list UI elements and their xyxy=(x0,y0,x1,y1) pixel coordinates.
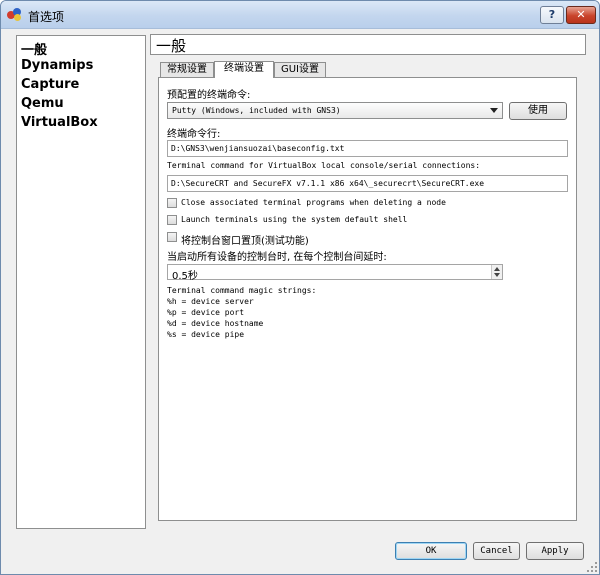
terminal-command-label: 终端命令行: xyxy=(167,129,221,140)
vbox-command-input[interactable] xyxy=(167,175,568,192)
ok-button[interactable]: OK xyxy=(395,542,467,560)
terminal-settings-panel: 预配置的终端命令: Putty (Windows, included with … xyxy=(158,77,577,521)
window-title: 首选项 xyxy=(28,10,65,24)
console-on-top-label: 将控制台窗口置顶(测试功能) xyxy=(181,236,309,247)
spin-up-icon[interactable] xyxy=(494,267,500,271)
title-bar[interactable]: 首选项 ? ✕ xyxy=(1,1,599,29)
magic-string-line: %s = device pipe xyxy=(167,330,245,339)
use-button[interactable]: 使用 xyxy=(509,102,567,120)
console-on-top-checkbox[interactable] xyxy=(167,232,177,242)
category-list: 一般 Dynamips Capture Qemu VirtualBox xyxy=(16,35,146,529)
sidebar-item-dynamips[interactable]: Dynamips xyxy=(21,58,93,73)
vbox-command-field[interactable] xyxy=(168,176,567,191)
resize-grip-icon[interactable] xyxy=(587,562,597,572)
tab-gui-settings[interactable]: GUI设置 xyxy=(274,62,326,78)
console-delay-label: 当启动所有设备的控制台时, 在每个控制台间延时: xyxy=(167,252,387,263)
spin-arrows[interactable] xyxy=(491,265,502,279)
sidebar-item-capture[interactable]: Capture xyxy=(21,77,79,92)
console-delay-spinbox[interactable]: 0.5秒 xyxy=(167,264,503,282)
page-header: 一般 xyxy=(150,34,586,55)
launch-default-shell-label: Launch terminals using the system defaul… xyxy=(181,215,408,224)
help-button[interactable]: ? xyxy=(540,6,564,24)
close-terminals-checkbox[interactable] xyxy=(167,198,177,208)
sidebar-item-general[interactable]: 一般 xyxy=(21,39,47,58)
launch-default-shell-checkbox[interactable] xyxy=(167,215,177,225)
cancel-button[interactable]: Cancel xyxy=(473,542,520,560)
magic-string-line: %h = device server xyxy=(167,297,254,306)
chevron-down-icon xyxy=(490,108,498,113)
sidebar-item-virtualbox[interactable]: VirtualBox xyxy=(21,115,98,130)
terminal-command-field[interactable] xyxy=(168,141,567,156)
preset-command-label: 预配置的终端命令: xyxy=(167,90,251,101)
terminal-command-input[interactable] xyxy=(167,140,568,157)
vbox-command-label: Terminal command for VirtualBox local co… xyxy=(167,161,481,170)
magic-strings-title: Terminal command magic strings: xyxy=(167,286,317,295)
magic-string-line: %p = device port xyxy=(167,308,245,317)
close-button[interactable]: ✕ xyxy=(566,6,596,24)
sidebar-item-qemu[interactable]: Qemu xyxy=(21,96,64,111)
tab-terminal-settings[interactable]: 终端设置 xyxy=(214,61,274,78)
preset-command-value: Putty (Windows, included with GNS3) xyxy=(172,106,341,115)
gns3-app-icon xyxy=(7,8,23,22)
spin-down-icon[interactable] xyxy=(494,273,500,277)
preset-command-select[interactable]: Putty (Windows, included with GNS3) xyxy=(167,102,503,119)
preferences-window: 首选项 ? ✕ 一般 Dynamips Capture Qemu Virtual… xyxy=(0,0,600,575)
close-terminals-label: Close associated terminal programs when … xyxy=(181,198,446,207)
console-delay-value: 0.5秒 xyxy=(172,271,198,282)
apply-button[interactable]: Apply xyxy=(526,542,584,560)
page-title: 一般 xyxy=(156,37,187,55)
tab-general-settings[interactable]: 常规设置 xyxy=(160,62,214,78)
magic-string-line: %d = device hostname xyxy=(167,319,264,328)
